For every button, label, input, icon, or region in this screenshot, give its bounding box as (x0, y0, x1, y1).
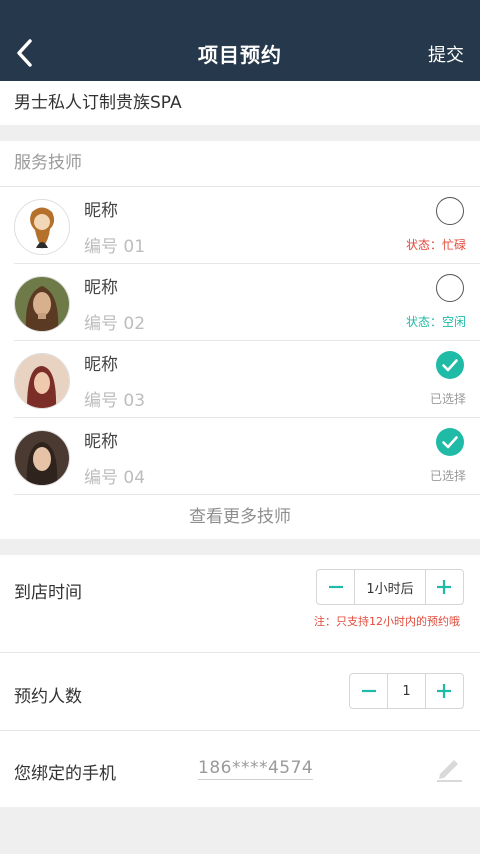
decrease-button[interactable] (317, 570, 354, 604)
technician-status: 已选择 (429, 392, 466, 406)
avatar (14, 199, 70, 255)
technician-status: 状态：空闲 (405, 315, 466, 329)
phone-value: 186****4574 (198, 758, 314, 780)
arrival-time-stepper: 1小时后 (316, 569, 464, 605)
technician-name: 昵称 (84, 278, 118, 298)
arrival-time-value: 1小时后 (354, 570, 426, 604)
avatar (14, 430, 70, 486)
checkmark-icon (442, 359, 458, 372)
nav-bar: 项目预约 提交 (0, 26, 480, 81)
divider (0, 125, 480, 141)
technician-status: 状态：忙碌 (405, 238, 466, 252)
avatar (14, 353, 70, 409)
status-bar (0, 0, 480, 26)
technician-name: 昵称 (84, 355, 118, 375)
people-count-row: 预约人数 1 (0, 653, 480, 731)
back-arrow-icon[interactable] (14, 38, 38, 68)
arrival-time-label: 到店时间 (14, 583, 82, 603)
decrease-button[interactable] (350, 674, 387, 708)
select-radio-checked[interactable] (436, 351, 464, 379)
phone-row: 您绑定的手机 186****4574 (0, 731, 480, 807)
technician-row[interactable]: 昵称 编号 02 状态：空闲 (14, 264, 480, 341)
minus-icon (361, 689, 376, 693)
people-count-stepper: 1 (349, 673, 464, 709)
select-radio-checked[interactable] (436, 428, 464, 456)
select-radio[interactable] (436, 197, 464, 225)
technician-number: 编号 03 (84, 391, 146, 411)
select-radio[interactable] (436, 274, 464, 302)
technician-section: 服务技师 昵称 编号 01 状态：忙碌 昵称 编号 02 状态：空闲 昵称 编号… (0, 141, 480, 539)
increase-button[interactable] (426, 570, 463, 604)
increase-button[interactable] (426, 674, 463, 708)
page-title: 项目预约 (198, 43, 282, 67)
checkmark-icon (442, 436, 458, 449)
arrival-time-row: 到店时间 1小时后 注：只支持12小时内的预约哦 (0, 555, 480, 653)
technician-status: 已选择 (429, 469, 466, 483)
technician-number: 编号 04 (84, 468, 146, 488)
technician-row[interactable]: 昵称 编号 03 已选择 (14, 341, 480, 418)
technician-number: 编号 02 (84, 314, 146, 334)
arrival-note: 注：只支持12小时内的预约哦 (314, 615, 460, 628)
technician-row[interactable]: 昵称 编号 01 状态：忙碌 (14, 187, 480, 264)
divider (0, 539, 480, 555)
technician-name: 昵称 (84, 432, 118, 452)
pencil-icon[interactable] (434, 753, 464, 787)
phone-label: 您绑定的手机 (14, 764, 116, 784)
product-name: 男士私人订制贵族SPA (0, 81, 480, 125)
technician-row[interactable]: 昵称 编号 04 已选择 (14, 418, 480, 495)
minus-icon (328, 585, 343, 589)
submit-button[interactable]: 提交 (428, 41, 464, 67)
plus-icon (437, 580, 452, 594)
avatar (14, 276, 70, 332)
more-technicians-link[interactable]: 查看更多技师 (0, 495, 480, 539)
technician-number: 编号 01 (84, 237, 146, 257)
people-count-value: 1 (387, 674, 426, 708)
technician-name: 昵称 (84, 201, 118, 221)
people-count-label: 预约人数 (14, 687, 82, 707)
technician-section-title: 服务技师 (0, 141, 480, 187)
plus-icon (437, 684, 452, 698)
